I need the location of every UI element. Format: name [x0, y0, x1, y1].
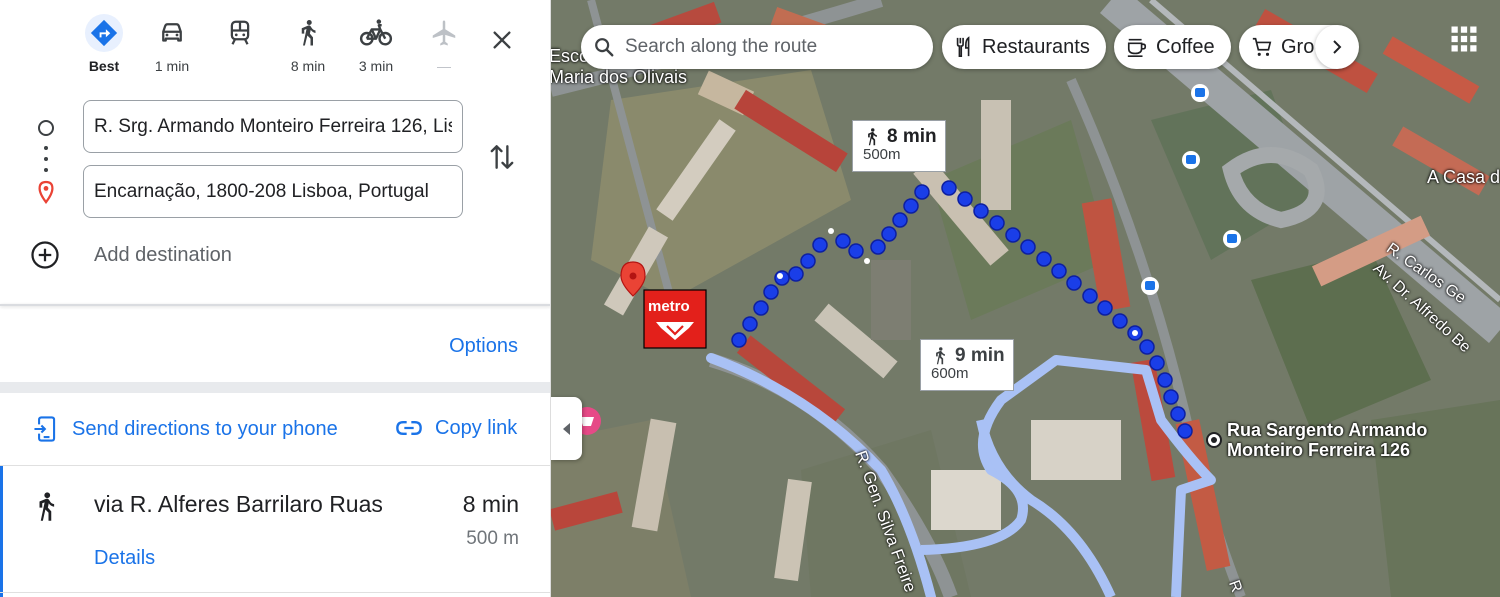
directions-icon	[85, 14, 123, 52]
route-details-link[interactable]: Details	[94, 547, 155, 570]
mode-walk-label: 8 min	[290, 58, 326, 74]
destination-field[interactable]	[83, 165, 463, 218]
cart-icon	[1252, 37, 1272, 56]
start-location-line-1: Rua Sargento Armando	[1227, 420, 1428, 440]
route-dots-icon	[44, 146, 48, 172]
airplane-icon	[425, 14, 463, 52]
satellite-map	[551, 0, 1500, 597]
swap-button[interactable]	[486, 140, 518, 174]
walk-icon	[289, 14, 327, 52]
add-destination-button[interactable]: Add destination	[30, 240, 232, 270]
mode-walk[interactable]: 8 min	[274, 14, 342, 74]
mode-drive[interactable]: 1 min	[138, 14, 206, 74]
mode-transit[interactable]	[206, 14, 274, 74]
walk-icon	[936, 347, 945, 365]
collapse-panel-button[interactable]	[551, 397, 582, 460]
search-input[interactable]	[623, 35, 917, 59]
options-button[interactable]: Options	[449, 335, 518, 358]
directions-panel: Best 1 min 8 min 3 min — R. Srg. Armando…	[0, 0, 551, 597]
mode-cycle[interactable]: 3 min	[342, 14, 410, 74]
travel-mode-bar: Best 1 min 8 min 3 min —	[70, 14, 478, 74]
map-label: Maria dos Olivais	[551, 67, 688, 87]
close-icon	[493, 31, 511, 49]
section-divider	[0, 382, 550, 393]
divider	[0, 592, 550, 593]
metro-sign-label: metro	[648, 298, 690, 315]
route-callout-primary[interactable]: 8 min 500m	[852, 120, 946, 172]
walk-icon	[868, 128, 877, 146]
chip-coffee[interactable]: Coffee	[1114, 25, 1231, 69]
apps-grid-icon	[1451, 26, 1477, 52]
walk-icon	[39, 492, 55, 521]
mode-flight[interactable]: —	[410, 14, 478, 74]
divider	[0, 304, 550, 306]
mode-drive-label: 1 min	[154, 58, 190, 74]
chips-next-button[interactable]	[1315, 25, 1359, 69]
callout-primary-distance: 500m	[863, 146, 901, 163]
route-via: via R. Alferes Barrilaro Ruas	[94, 491, 383, 517]
add-destination-label: Add destination	[94, 243, 232, 266]
route-time: 8 min	[462, 491, 519, 517]
route-callout-alt[interactable]: 9 min 600m	[920, 339, 1014, 391]
start-location-line-2: Monteiro Ferreira 126	[1227, 440, 1411, 460]
bicycle-icon	[357, 14, 395, 52]
send-to-phone-icon	[34, 416, 56, 442]
coffee-icon	[1127, 38, 1147, 57]
mode-best-label: Best	[88, 58, 120, 74]
swap-icon	[490, 145, 514, 169]
callout-alt-distance: 600m	[931, 365, 969, 382]
map-label: A Casa d	[1427, 167, 1500, 187]
train-icon	[221, 14, 259, 52]
mode-flight-label: —	[437, 58, 451, 74]
callout-alt-time: 9 min	[955, 345, 1005, 366]
car-icon	[153, 14, 191, 52]
add-circle-icon	[31, 241, 59, 269]
map-view[interactable]: Esco Maria dos Olivais A Casa d R. Carlo…	[551, 0, 1500, 597]
chevron-right-icon	[1333, 40, 1342, 54]
layers-button[interactable]	[1449, 24, 1479, 54]
mode-best[interactable]: Best	[70, 14, 138, 74]
route-distance: 500 m	[466, 528, 519, 549]
origin-circle-icon	[38, 120, 54, 136]
restaurant-icon	[956, 36, 970, 57]
start-location-label: Rua Sargento Armando Monteiro Ferreira 1…	[1227, 420, 1427, 460]
chip-restaurants-label: Restaurants	[982, 35, 1090, 58]
chip-coffee-label: Coffee	[1156, 35, 1215, 58]
search-icon	[595, 38, 614, 57]
send-directions-button[interactable]: Send directions to your phone	[32, 414, 338, 444]
callout-primary-time: 8 min	[887, 126, 937, 147]
search-along-route[interactable]	[581, 25, 933, 69]
send-directions-label: Send directions to your phone	[72, 417, 338, 440]
link-icon	[396, 421, 422, 435]
route-option[interactable]: via R. Alferes Barrilaro Ruas 8 min 500 …	[0, 466, 550, 597]
chip-restaurants[interactable]: Restaurants	[942, 25, 1106, 69]
copy-link-button[interactable]: Copy link	[395, 414, 517, 442]
caret-left-icon	[562, 422, 570, 435]
close-directions-button[interactable]	[484, 22, 520, 58]
origin-field[interactable]	[83, 100, 463, 153]
destination-pin-icon	[38, 180, 54, 204]
copy-link-label: Copy link	[435, 416, 518, 439]
mode-cycle-label: 3 min	[358, 58, 394, 74]
